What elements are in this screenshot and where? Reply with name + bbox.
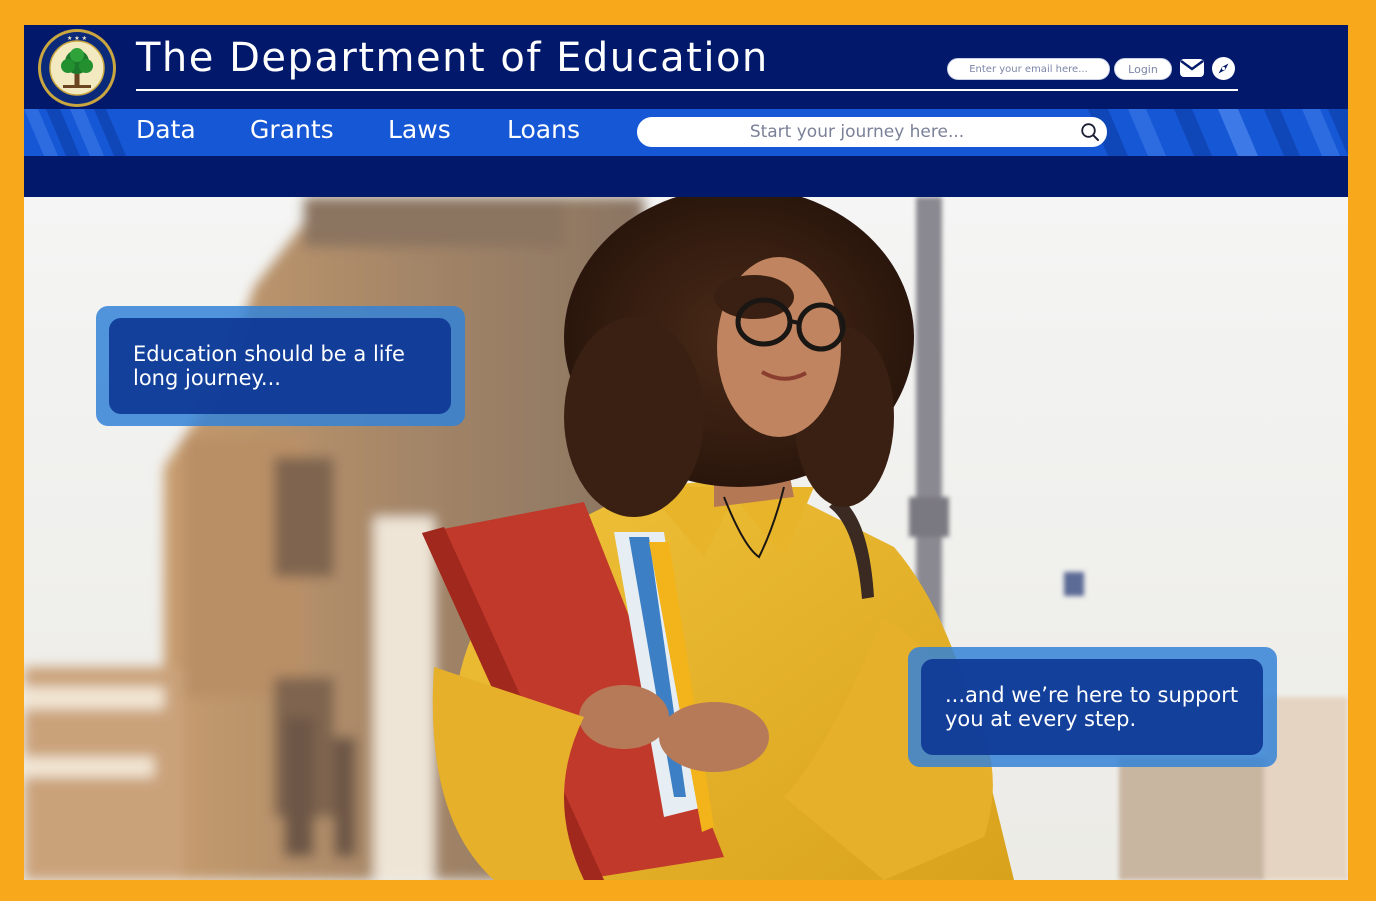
department-seal-logo[interactable]: ★ ★ ★ — [37, 28, 117, 108]
nav-item-loans[interactable]: Loans — [507, 115, 580, 144]
callout-lifelong-journey: Education should be a life long journey.… — [96, 306, 465, 426]
mail-icon[interactable] — [1179, 58, 1205, 78]
nav-item-laws[interactable]: Laws — [388, 115, 451, 144]
compass-icon[interactable] — [1211, 56, 1236, 81]
login-button[interactable]: Login — [1114, 58, 1172, 80]
page-frame: ★ ★ ★ The Department of Education Login — [24, 25, 1348, 880]
nav-stripes-decoration-left — [24, 109, 126, 156]
callout-right-text: ...and we’re here to support you at ever… — [921, 659, 1263, 755]
nav-item-data[interactable]: Data — [136, 115, 196, 144]
callout-left-text: Education should be a life long journey.… — [109, 318, 451, 414]
nav-item-grants[interactable]: Grants — [250, 115, 334, 144]
callout-support-every-step: ...and we’re here to support you at ever… — [908, 647, 1277, 767]
site-title: The Department of Education — [136, 35, 769, 81]
email-input[interactable] — [947, 58, 1110, 80]
journey-search-input[interactable] — [652, 118, 1062, 146]
hero-section: Education should be a life long journey.… — [24, 197, 1348, 880]
search-icon[interactable] — [1080, 122, 1100, 142]
site-header: ★ ★ ★ The Department of Education Login — [24, 25, 1348, 197]
svg-text:★ ★ ★: ★ ★ ★ — [67, 35, 87, 42]
main-nav: Data Grants Laws Loans — [24, 109, 1348, 156]
title-underline — [136, 89, 1238, 91]
hero-photo-student-with-books — [24, 197, 1348, 880]
journey-search-box — [637, 117, 1107, 147]
nav-stripes-decoration-right — [1088, 109, 1348, 156]
